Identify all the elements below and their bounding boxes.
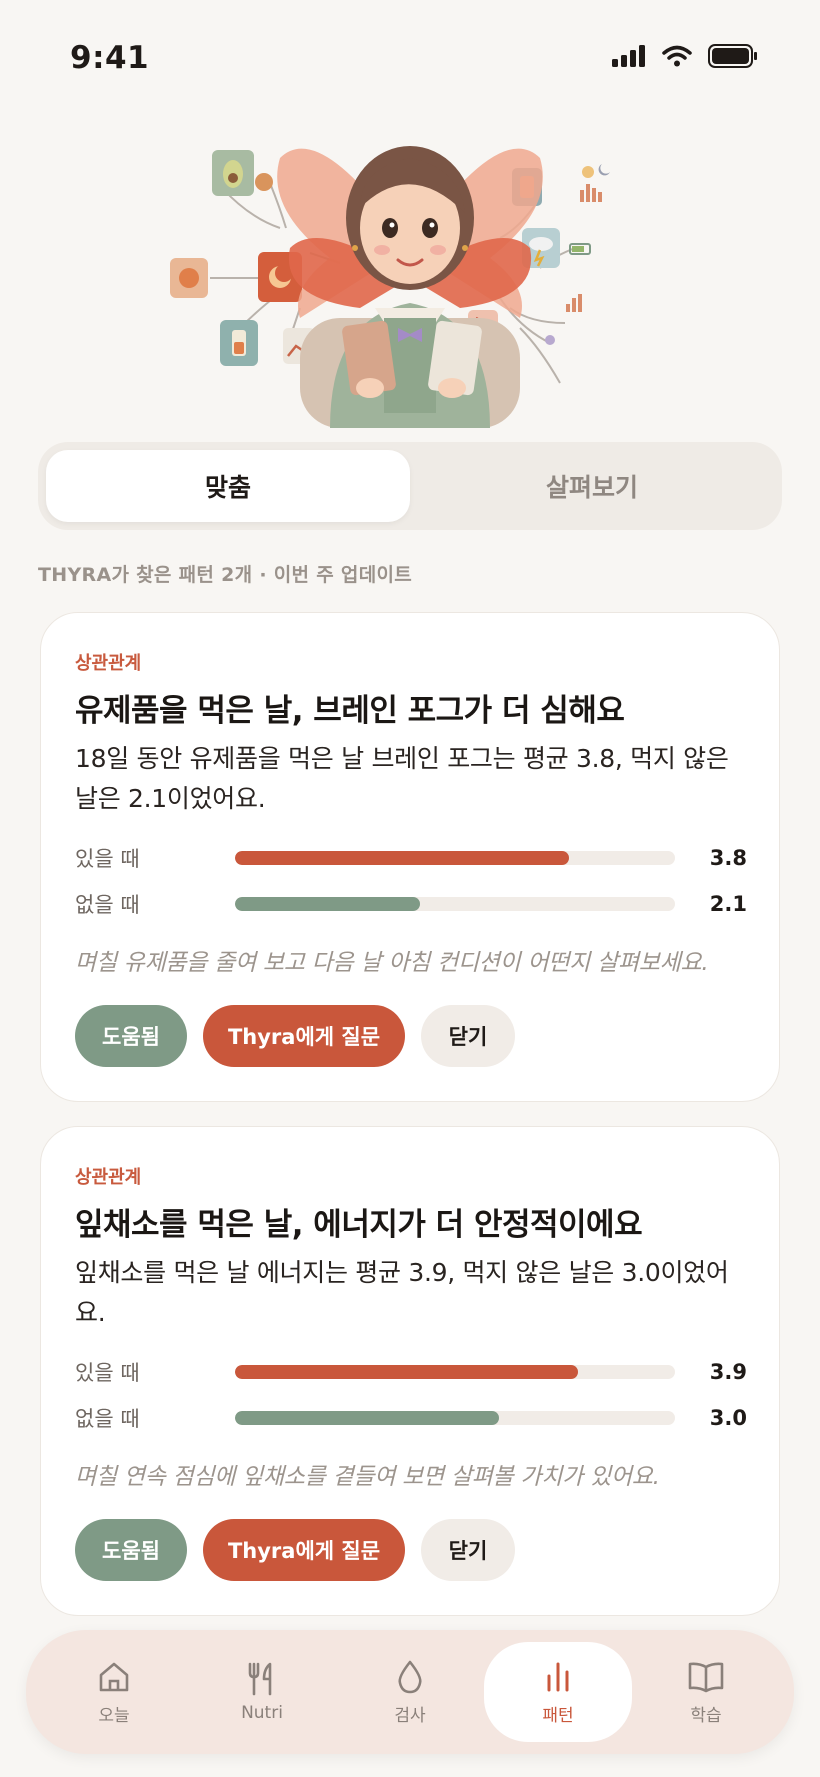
signal-icon xyxy=(612,45,645,67)
bar-chart-icon xyxy=(547,1662,569,1691)
card-title: 유제품을 먹은 날, 브레인 포그가 더 심해요 xyxy=(75,693,625,729)
card-title: 잎채소를 먹은 날, 에너지가 더 안정적이에요 xyxy=(75,1207,643,1243)
utensils-icon xyxy=(248,1662,272,1696)
card-tip: 며칠 유제품을 줄여 보고 다음 날 아침 컨디션이 어떤지 살펴보세요. xyxy=(75,950,709,976)
bar-row-without: 없을 때 2.1 xyxy=(75,889,747,919)
bar-label: 있을 때 xyxy=(75,847,140,871)
status-icons xyxy=(612,44,758,68)
pattern-card: 상관관계 잎채소를 먹은 날, 에너지가 더 안정적이에요 잎채소를 먹은 날 … xyxy=(40,1126,780,1616)
hero-illustration xyxy=(170,128,650,428)
bar-track xyxy=(235,1365,675,1379)
bar-track xyxy=(235,897,675,911)
card-actions: 도움됨 Thyra에게 질문 닫기 xyxy=(75,1005,515,1067)
bar-value: 2.1 xyxy=(709,892,747,916)
bar-row-without: 없을 때 3.0 xyxy=(75,1403,747,1433)
drop-icon xyxy=(398,1660,422,1693)
bar-label: 있을 때 xyxy=(75,1361,140,1385)
status-time: 9:41 xyxy=(70,40,150,76)
bar-fill xyxy=(235,897,420,911)
helpful-button[interactable]: 도움됨 xyxy=(75,1519,187,1581)
bar-value: 3.0 xyxy=(709,1406,747,1430)
bar-label: 없을 때 xyxy=(75,1407,140,1431)
ask-thyra-button[interactable]: Thyra에게 질문 xyxy=(203,1005,405,1067)
bar-value: 3.9 xyxy=(709,1360,747,1384)
nav-item-learn[interactable]: 학습 xyxy=(632,1642,780,1742)
bar-row-with: 있을 때 3.8 xyxy=(75,843,747,873)
tab-explore[interactable]: 살펴보기 xyxy=(410,450,774,522)
bar-track xyxy=(235,851,675,865)
bar-label: 없을 때 xyxy=(75,893,140,917)
bar-track xyxy=(235,1411,675,1425)
nav-item-nutri[interactable]: Nutri xyxy=(188,1642,336,1742)
helpful-button[interactable]: 도움됨 xyxy=(75,1005,187,1067)
home-icon xyxy=(99,1662,129,1691)
tab-custom[interactable]: 맞춤 xyxy=(46,450,410,522)
close-button[interactable]: 닫기 xyxy=(421,1519,515,1581)
bar-fill xyxy=(235,1365,579,1379)
card-tip: 며칠 연속 점심에 잎채소를 곁들여 보면 살펴볼 가치가 있어요. xyxy=(75,1464,660,1490)
pattern-card: 상관관계 유제품을 먹은 날, 브레인 포그가 더 심해요 18일 동안 유제품… xyxy=(40,612,780,1102)
nav-item-pattern[interactable]: 패턴 xyxy=(484,1642,632,1742)
card-tag: 상관관계 xyxy=(75,1167,142,1188)
card-description: 잎채소를 먹은 날 에너지는 평균 3.9, 먹지 않은 날은 3.0이었어요. xyxy=(75,1258,729,1327)
close-button[interactable]: 닫기 xyxy=(421,1005,515,1067)
battery-icon xyxy=(708,44,757,68)
nav-label: 검사 xyxy=(394,1705,426,1726)
nav-label: Nutri xyxy=(241,1703,283,1723)
bar-fill xyxy=(235,1411,499,1425)
segmented-control: 맞춤 살펴보기 xyxy=(38,442,782,530)
bar-value: 3.8 xyxy=(709,846,747,870)
nav-item-today[interactable]: 오늘 xyxy=(40,1642,188,1742)
ask-thyra-button[interactable]: Thyra에게 질문 xyxy=(203,1519,405,1581)
bar-row-with: 있을 때 3.9 xyxy=(75,1357,747,1387)
pattern-summary: THYRA가 찾은 패턴 2개 · 이번 주 업데이트 xyxy=(38,564,413,586)
bottom-nav: 오늘 Nutri 검사 패턴 학습 xyxy=(26,1630,794,1754)
card-description: 18일 동안 유제품을 먹은 날 브레인 포그는 평균 3.8, 먹지 않은 날… xyxy=(75,744,729,813)
nav-label: 패턴 xyxy=(542,1705,574,1726)
book-icon xyxy=(688,1662,724,1692)
nav-item-test[interactable]: 검사 xyxy=(336,1642,484,1742)
card-tag: 상관관계 xyxy=(75,653,142,674)
status-bar: 9:41 xyxy=(0,0,820,110)
wifi-icon xyxy=(662,45,692,67)
nav-label: 학습 xyxy=(690,1705,722,1726)
card-actions: 도움됨 Thyra에게 질문 닫기 xyxy=(75,1519,515,1581)
nav-label: 오늘 xyxy=(98,1705,130,1726)
bar-fill xyxy=(235,851,570,865)
